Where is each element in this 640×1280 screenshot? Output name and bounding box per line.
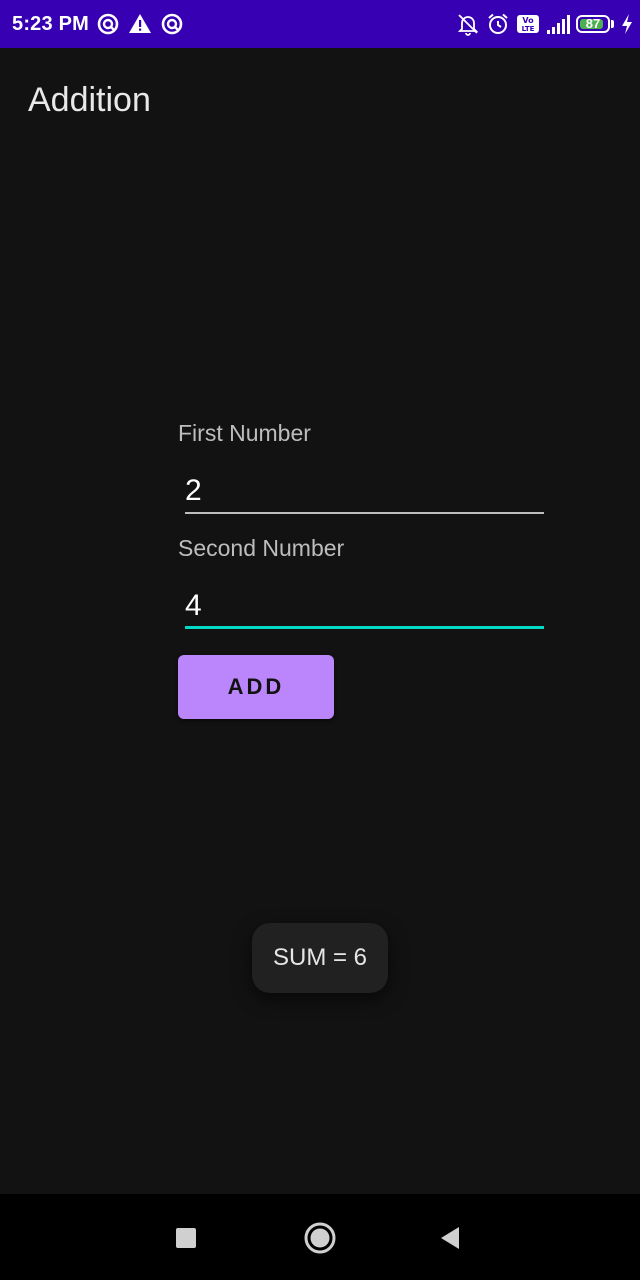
second-number-input[interactable] <box>185 585 544 629</box>
status-icons-left <box>96 12 184 36</box>
warning-icon <box>128 12 152 36</box>
location-target-icon <box>160 12 184 36</box>
svg-text:LTE: LTE <box>522 25 535 33</box>
first-number-input[interactable] <box>185 470 544 514</box>
status-icons-right: Vo LTE 87 <box>456 10 634 38</box>
signal-icon <box>546 12 570 36</box>
charging-bolt-icon <box>620 12 634 36</box>
add-button[interactable]: ADD <box>178 655 334 719</box>
location-target-icon <box>96 12 120 36</box>
home-circle-icon[interactable] <box>298 1216 342 1260</box>
back-triangle-icon[interactable] <box>428 1216 472 1260</box>
volte-icon: Vo LTE <box>516 12 540 36</box>
screen: 5:23 PM Vo LTE 87 Addition First Number … <box>0 0 640 1280</box>
status-time: 5:23 PM <box>12 13 89 35</box>
sum-toast: SUM = 6 <box>252 923 388 993</box>
alarm-clock-icon <box>486 12 510 36</box>
navigation-bar <box>0 1194 640 1280</box>
second-number-label: Second Number <box>178 535 345 561</box>
first-number-label: First Number <box>178 420 311 446</box>
svg-text:Vo: Vo <box>522 16 534 25</box>
recents-square-icon[interactable] <box>164 1216 208 1260</box>
alarm-off-icon <box>456 12 480 36</box>
battery-level: 87 <box>585 16 601 31</box>
app-title: Addition <box>28 81 151 119</box>
status-bar: 5:23 PM Vo LTE 87 <box>0 0 640 48</box>
battery-icon: 87 <box>576 15 614 33</box>
app-bar: Addition <box>0 48 640 154</box>
